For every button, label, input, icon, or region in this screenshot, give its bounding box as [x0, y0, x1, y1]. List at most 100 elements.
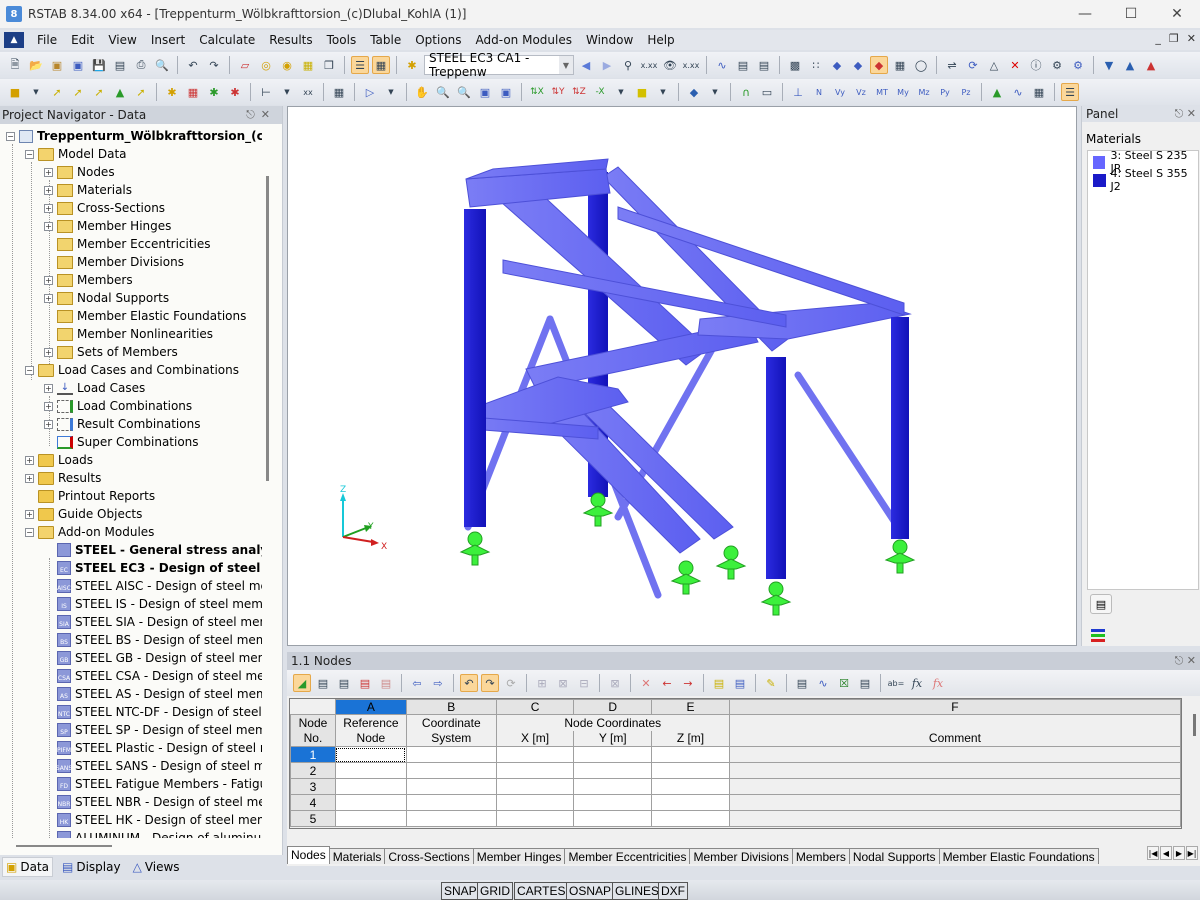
close-icon[interactable]: ✕ — [261, 108, 276, 121]
color-scheme-icon[interactable]: ■ — [633, 83, 651, 101]
color-scale-tab[interactable] — [1086, 624, 1110, 646]
menu-tools[interactable]: Tools — [320, 33, 364, 47]
table-toggle-icon[interactable]: ▦ — [372, 56, 390, 74]
isometric-view-icon[interactable]: ▣ — [476, 83, 494, 101]
save-icon[interactable]: 💾 — [90, 56, 108, 74]
print-icon[interactable]: ⎙ — [132, 56, 150, 74]
expand-icon[interactable]: + — [25, 473, 34, 483]
tree-guide-objects[interactable]: + Guide Objects — [25, 505, 142, 523]
osnap-toggle[interactable]: OSNAP — [566, 882, 615, 900]
tree-addon-module[interactable]: ISSTEEL IS - Design of steel member — [44, 595, 262, 613]
menu-help[interactable]: Help — [640, 33, 681, 47]
load-case-select[interactable]: STEEL EC3 CA1 - Treppenw ▼ — [424, 51, 574, 79]
expand-icon[interactable]: + — [44, 167, 53, 177]
grid-points-icon[interactable]: ∷ — [807, 56, 825, 74]
link-icon[interactable]: ⇌ — [943, 56, 961, 74]
multiply-icon[interactable]: ⊠ — [554, 674, 572, 692]
dropdown-icon[interactable]: ▼ — [612, 83, 630, 101]
row-header[interactable]: 2 — [290, 762, 336, 779]
column-header-a[interactable]: A — [334, 699, 407, 715]
select-node-icon[interactable]: ◎ — [257, 56, 275, 74]
tree-cross-sections[interactable]: + Cross-Sections — [44, 199, 165, 217]
result-values-alt-icon[interactable]: x.xx — [682, 56, 700, 74]
mirror-icon[interactable]: △ — [985, 56, 1003, 74]
clear-formula-icon[interactable]: fx — [929, 674, 947, 692]
comment-icon[interactable]: xx — [299, 83, 317, 101]
render-icon[interactable]: ▩ — [786, 56, 804, 74]
move-down-icon[interactable]: ▤ — [335, 674, 353, 692]
pin-icon[interactable]: ⎋ — [1175, 654, 1184, 667]
gears-icon[interactable]: ⚙ — [1069, 56, 1087, 74]
table-cell[interactable] — [573, 794, 653, 811]
result-mz-icon[interactable]: Mz — [915, 83, 933, 101]
close-button[interactable]: ✕ — [1154, 0, 1200, 28]
tree-member-eccentricities[interactable]: Member Eccentricities — [44, 235, 211, 253]
export-icon[interactable]: ▼ — [1100, 56, 1118, 74]
calculator-icon[interactable]: ▤ — [856, 674, 874, 692]
mdi-close-button[interactable]: ✕ — [1187, 32, 1196, 45]
table-cell[interactable] — [405, 810, 497, 827]
formula-icon[interactable]: fx — [908, 674, 926, 692]
open-icon[interactable]: 📂 — [27, 56, 45, 74]
print-preview-icon[interactable]: 🔍 — [153, 56, 171, 74]
edit-mode-icon[interactable]: ◢ — [293, 674, 311, 692]
deformation-icon[interactable]: ∩ — [737, 83, 755, 101]
table-cell[interactable] — [405, 778, 497, 795]
add-icon[interactable]: ⊞ — [533, 674, 551, 692]
table-cell[interactable] — [405, 762, 497, 779]
table-cell[interactable] — [728, 794, 1182, 811]
section-icon[interactable]: ▦ — [891, 56, 909, 74]
eye-icon[interactable]: 👁 — [661, 56, 679, 74]
delete-rows-icon[interactable]: ✕ — [637, 674, 655, 692]
tree-addon-module[interactable]: CSASTEEL CSA - Design of steel memb — [44, 667, 262, 685]
result-u-icon[interactable]: ⊥ — [789, 83, 807, 101]
table-cell[interactable] — [651, 794, 730, 811]
column-header-c[interactable]: C — [495, 699, 575, 715]
expand-icon[interactable]: + — [44, 419, 53, 429]
minimize-button[interactable]: — — [1062, 0, 1108, 28]
cartes-toggle[interactable]: CARTES — [514, 882, 569, 900]
tree-addon-module[interactable]: ECSTEEL EC3 - Design of steel mem — [44, 559, 262, 577]
view-plane-3-icon[interactable]: ◆ — [870, 56, 888, 74]
nodal-load-icon[interactable]: ✱ — [163, 83, 181, 101]
tree-model-data[interactable]: − Model Data — [25, 145, 127, 163]
select-window-icon[interactable]: ▦ — [330, 83, 348, 101]
menu-options[interactable]: Options — [408, 33, 468, 47]
dropdown-icon[interactable]: ▼ — [382, 83, 400, 101]
rotate-icon[interactable]: ⟳ — [964, 56, 982, 74]
chevron-down-icon[interactable]: ▼ — [559, 56, 573, 74]
sheet-tab-member-elastic-foundations[interactable]: Member Elastic Foundations — [938, 848, 1099, 864]
tree-load-combinations[interactable]: + Load Combinations — [44, 397, 192, 415]
table-cell[interactable] — [334, 794, 407, 811]
table-cell[interactable] — [405, 746, 497, 763]
tree-members[interactable]: + Members — [44, 271, 133, 289]
last-tab-icon[interactable]: ▶| — [1186, 846, 1198, 860]
menu-window[interactable]: Window — [579, 33, 640, 47]
table-cell[interactable] — [651, 810, 730, 827]
collapse-icon[interactable]: − — [25, 527, 34, 537]
new-icon[interactable]: 🗎 — [6, 56, 24, 74]
sheet-tab-nodal-supports[interactable]: Nodal Supports — [848, 848, 940, 864]
previous-load-case-icon[interactable]: ◀ — [577, 56, 595, 74]
result-n-icon[interactable]: N — [810, 83, 828, 101]
support-reactions-icon[interactable]: ▲ — [988, 83, 1006, 101]
diagram-icon[interactable]: ▤ — [377, 674, 395, 692]
import-icon[interactable]: ▲ — [1121, 56, 1139, 74]
view-minus-x-icon[interactable]: -X — [591, 83, 609, 101]
close-icon[interactable]: ✕ — [1187, 107, 1196, 120]
next-tab-icon[interactable]: ▶ — [1173, 846, 1185, 860]
chart-icon[interactable]: ▤ — [356, 674, 374, 692]
add-item-icon[interactable]: ▦ — [299, 56, 317, 74]
tree-addon-module[interactable]: STEEL - General stress analysis of — [44, 541, 262, 559]
menu-calculate[interactable]: Calculate — [192, 33, 262, 47]
row-header[interactable]: 5 — [290, 810, 336, 827]
expand-icon[interactable]: + — [44, 185, 53, 195]
wireframe-icon[interactable]: ◯ — [912, 56, 930, 74]
tree-member-divisions[interactable]: Member Divisions — [44, 253, 184, 271]
dxf-toggle[interactable]: DXF — [658, 882, 688, 900]
tree-addon-modules[interactable]: − Add-on Modules — [25, 523, 154, 541]
row-header[interactable]: 4 — [290, 794, 336, 811]
settings-icon[interactable]: ⚙ — [1048, 56, 1066, 74]
nodal-support-icon[interactable]: ▲ — [111, 83, 129, 101]
table-view-icon[interactable]: ▤ — [734, 56, 752, 74]
